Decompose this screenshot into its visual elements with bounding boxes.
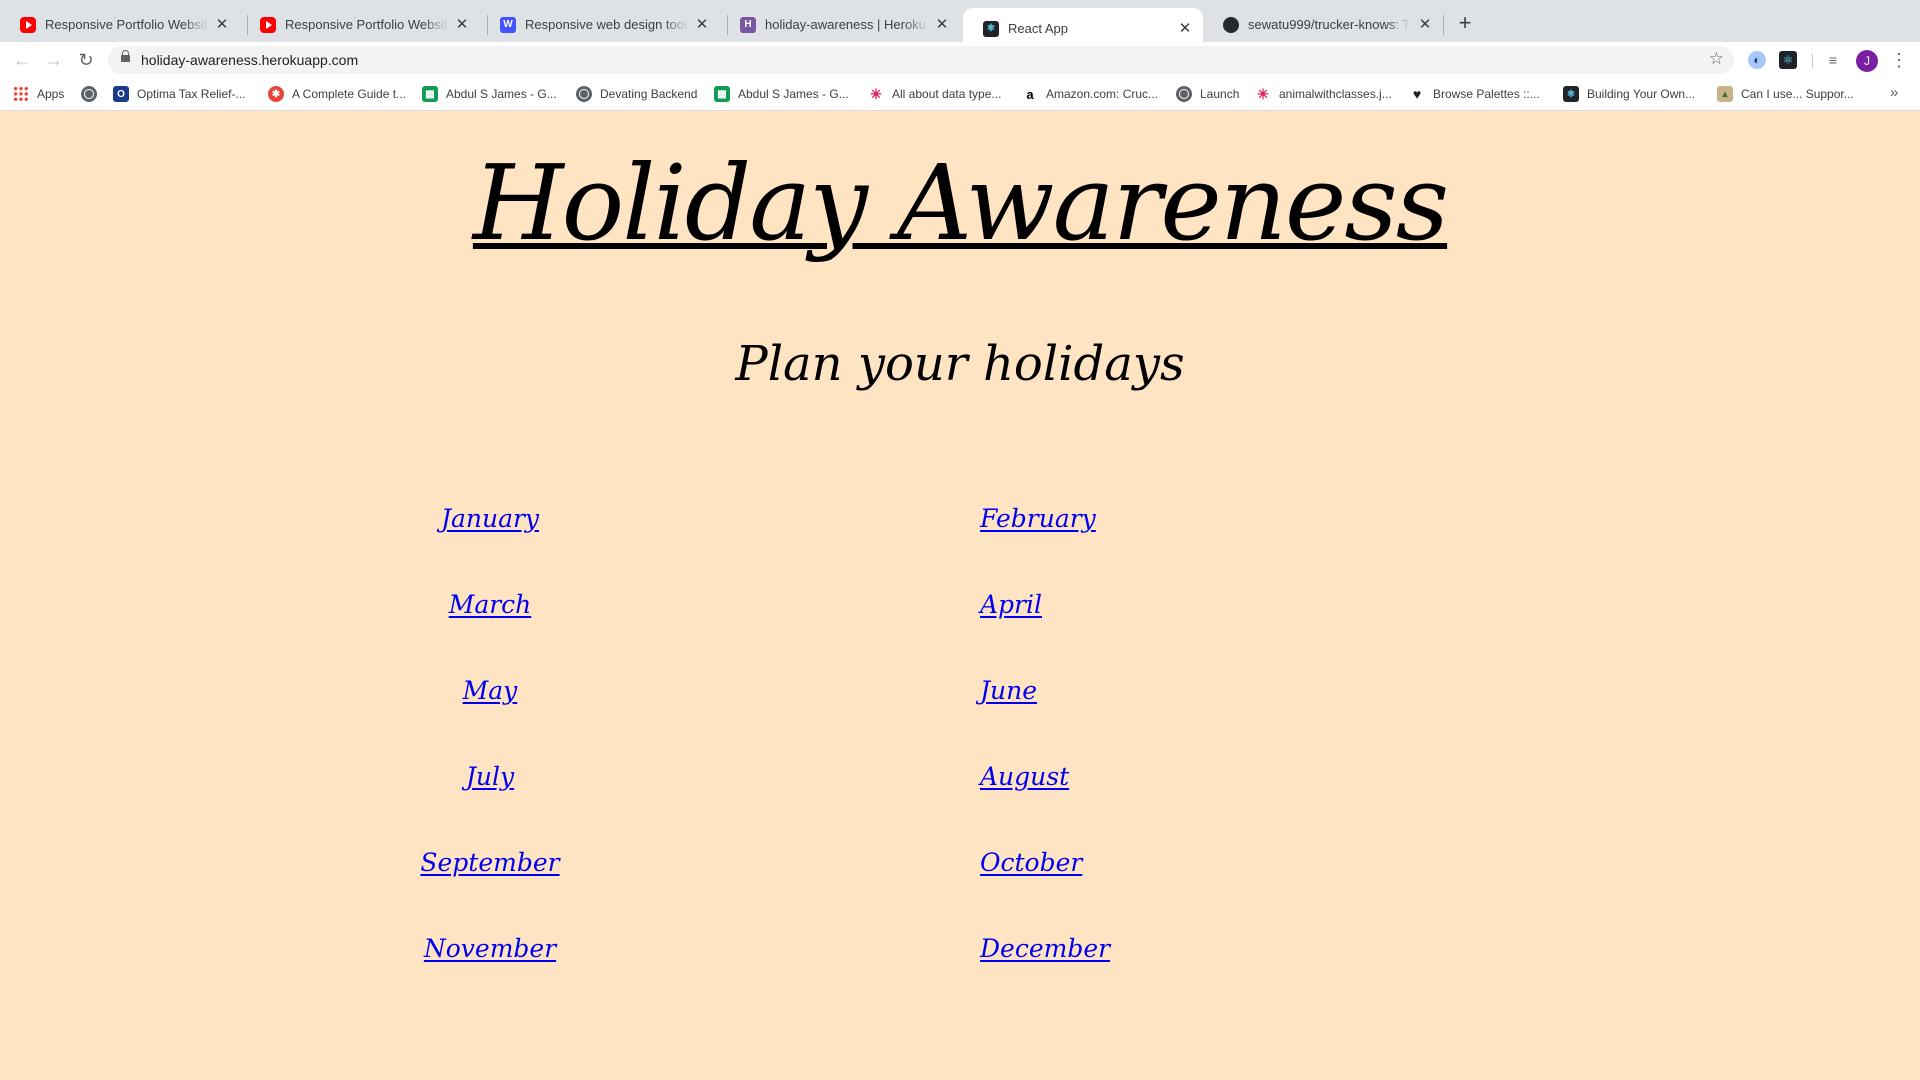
css-tricks-icon: ✱: [268, 86, 284, 102]
bookmark-devating-backend[interactable]: Devating Backend: [576, 78, 697, 110]
youtube-icon: [20, 16, 36, 33]
google-sheets-icon: ▦: [422, 86, 438, 102]
bookmark-label: All about data type...: [892, 87, 1002, 101]
globe-icon: [81, 86, 97, 102]
forward-button[interactable]: →: [42, 48, 66, 72]
globe-icon: [576, 86, 592, 102]
url-text[interactable]: holiday-awareness.herokuapp.com: [141, 52, 358, 68]
optima-icon: O: [113, 86, 129, 102]
bookmark-star-icon[interactable]: ☆: [1709, 49, 1724, 69]
slack-icon: ✳: [870, 85, 882, 102]
reload-button[interactable]: ↻: [74, 48, 98, 72]
bookmark-optima[interactable]: O Optima Tax Relief-...: [113, 78, 245, 110]
apps-grid-icon: [13, 86, 29, 102]
google-sheets-icon: ▦: [714, 86, 730, 102]
address-bar[interactable]: holiday-awareness.herokuapp.com ☆: [108, 46, 1734, 74]
tab-github[interactable]: sewatu999/trucker-knows: Trivia ✕: [1203, 8, 1443, 41]
browser-toolbar: ← → ↻ holiday-awareness.herokuapp.com ☆ …: [0, 42, 1920, 78]
tab-title: sewatu999/trucker-knows: Trivia: [1248, 17, 1411, 32]
bookmark-globe[interactable]: [81, 78, 105, 110]
bookmark-caniuse[interactable]: ▴ Can I use... Suppor...: [1717, 78, 1854, 110]
close-icon[interactable]: ✕: [454, 16, 470, 33]
bookmark-css-guide[interactable]: ✱ A Complete Guide t...: [268, 78, 406, 110]
react-icon: ⚛: [983, 20, 999, 37]
palette-icon: ♥: [1412, 86, 1422, 102]
webflow-icon: W: [500, 16, 516, 33]
kebab-menu-icon[interactable]: ⋮: [1890, 49, 1908, 71]
bookmark-label: Building Your Own...: [1587, 87, 1696, 101]
bookmark-launch[interactable]: Launch: [1176, 78, 1239, 110]
close-icon[interactable]: ✕: [694, 16, 710, 33]
tab-title: Responsive Portfolio Website [2: [45, 17, 208, 32]
month-link-february[interactable]: February: [980, 476, 1920, 562]
heroku-icon: H: [740, 16, 756, 33]
bookmark-label: Can I use... Suppor...: [1741, 87, 1854, 101]
bookmark-data-types[interactable]: ✳ All about data type...: [868, 78, 1001, 110]
month-link-november[interactable]: November: [0, 906, 980, 992]
months-right-column: February April June August October Decem…: [980, 476, 1920, 992]
close-icon[interactable]: ✕: [1177, 20, 1193, 37]
tab-heroku[interactable]: H holiday-awareness | Heroku ✕: [720, 8, 960, 41]
month-link-august[interactable]: August: [980, 734, 1920, 820]
bookmark-label: Optima Tax Relief-...: [137, 87, 246, 101]
lock-icon[interactable]: [121, 50, 130, 62]
month-link-july[interactable]: July: [0, 734, 980, 820]
close-icon[interactable]: ✕: [934, 16, 950, 33]
bookmark-label: Abdul S James - G...: [446, 87, 557, 101]
caniuse-icon: ▴: [1717, 86, 1733, 102]
month-link-january[interactable]: January: [0, 476, 980, 562]
tab-title: Responsive Portfolio Website [2: [285, 17, 448, 32]
chevron-double-right-icon[interactable]: »: [1890, 84, 1898, 101]
bookmarks-bar: Apps O Optima Tax Relief-... ✱ A Complet…: [0, 78, 1920, 111]
tab-youtube-portfolio-2[interactable]: Responsive Portfolio Website [2 ✕: [240, 8, 480, 41]
bookmark-sheet-1[interactable]: ▦ Abdul S James - G...: [422, 78, 557, 110]
month-link-may[interactable]: May: [0, 648, 980, 734]
globe-icon: [1176, 86, 1192, 102]
month-link-october[interactable]: October: [980, 820, 1920, 906]
bookmark-building-your-own[interactable]: ⚛ Building Your Own...: [1563, 78, 1695, 110]
months-left-column: January March May July September Novembe…: [0, 476, 980, 992]
bookmark-label: Devating Backend: [600, 87, 698, 101]
bookmark-label: animalwithclasses.j...: [1279, 87, 1392, 101]
slack-icon: ✳: [1257, 85, 1269, 102]
bookmark-browse-palettes[interactable]: ♥ Browse Palettes ::...: [1409, 78, 1540, 110]
github-icon: [1223, 16, 1239, 33]
tab-webflow[interactable]: W Responsive web design tool, CM ✕: [480, 8, 720, 41]
media-controls-icon[interactable]: ≡: [1824, 51, 1842, 69]
tab-title: React App: [1008, 21, 1068, 36]
month-link-april[interactable]: April: [980, 562, 1920, 648]
bookmark-label: A Complete Guide t...: [292, 87, 407, 101]
react-icon: ⚛: [1563, 86, 1579, 102]
page-title: Holiday Awareness: [472, 142, 1449, 264]
bookmark-label: Launch: [1200, 87, 1240, 101]
youtube-icon: [260, 16, 276, 33]
new-tab-button[interactable]: +: [1452, 11, 1478, 37]
month-link-december[interactable]: December: [980, 906, 1920, 992]
close-icon[interactable]: ✕: [214, 16, 230, 33]
bookmark-apps[interactable]: Apps: [13, 78, 64, 110]
month-link-september[interactable]: September: [0, 820, 980, 906]
toolbar-divider: [1812, 54, 1813, 68]
bookmark-animalwithclasses[interactable]: ✳ animalwithclasses.j...: [1255, 78, 1392, 110]
avatar[interactable]: J: [1856, 50, 1878, 72]
bookmark-label: Browse Palettes ::...: [1433, 87, 1540, 101]
page-content: Holiday Awareness Plan your holidays Jan…: [0, 111, 1920, 1080]
month-link-june[interactable]: June: [980, 648, 1920, 734]
extension-icon[interactable]: ◐: [1748, 51, 1766, 69]
react-devtools-icon[interactable]: ⚛: [1779, 51, 1797, 69]
month-link-march[interactable]: March: [0, 562, 980, 648]
tab-title: holiday-awareness | Heroku: [765, 17, 926, 32]
bookmark-sheet-2[interactable]: ▦ Abdul S James - G...: [714, 78, 849, 110]
bookmark-amazon[interactable]: a Amazon.com: Cruc...: [1022, 78, 1158, 110]
bookmark-label: Apps: [37, 87, 65, 101]
close-icon[interactable]: ✕: [1417, 16, 1433, 33]
amazon-icon: a: [1026, 86, 1034, 102]
bookmark-label: Amazon.com: Cruc...: [1046, 87, 1159, 101]
back-button[interactable]: ←: [10, 48, 34, 72]
tab-divider: [1443, 15, 1444, 35]
page-subtitle: Plan your holidays: [735, 336, 1185, 392]
tab-title: Responsive web design tool, CM: [525, 17, 688, 32]
tab-youtube-portfolio-1[interactable]: Responsive Portfolio Website [2 ✕: [0, 8, 240, 41]
bookmark-label: Abdul S James - G...: [738, 87, 849, 101]
